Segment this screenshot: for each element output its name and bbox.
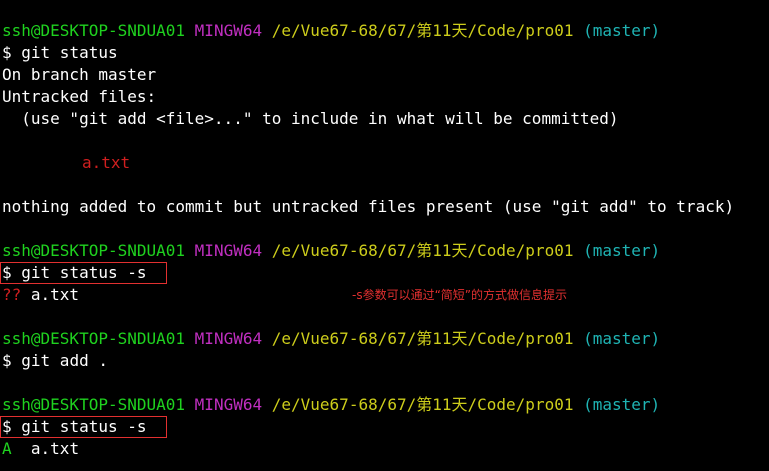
prompt-branch: (master) — [583, 21, 661, 40]
annotation-note: -s参数可以通过“简短”的方式做信息提示 — [352, 288, 568, 302]
prompt-user-host: ssh@DESKTOP-SNDUA01 — [2, 241, 186, 260]
prompt-line: ssh@DESKTOP-SNDUA01 MINGW64 /e/Vue67-68/… — [2, 328, 769, 350]
prompt-user-host: ssh@DESKTOP-SNDUA01 — [2, 395, 186, 414]
prompt-branch: (master) — [583, 329, 661, 348]
prompt-line: ssh@DESKTOP-SNDUA01 MINGW64 /e/Vue67-68/… — [2, 240, 769, 262]
output-line: (use "git add <file>..." to include in w… — [2, 109, 619, 128]
output-line: On branch master — [2, 65, 157, 84]
command-line: $ git add . — [2, 350, 769, 372]
prompt-line: ssh@DESKTOP-SNDUA01 MINGW64 /e/Vue67-68/… — [2, 20, 769, 42]
output-line: a.txt — [2, 152, 769, 174]
prompt-path: /e/Vue67-68/67/第11天/Code/pro01 — [271, 329, 574, 348]
command-text: git status -s — [11, 263, 147, 282]
output-line: nothing added to commit but untracked fi… — [2, 197, 735, 216]
prompt-system: MINGW64 — [194, 329, 263, 348]
command-text: git status -s — [11, 417, 147, 436]
command-line: $ git status -s — [0, 262, 769, 284]
prompt-path: /e/Vue67-68/67/第11天/Code/pro01 — [271, 395, 574, 414]
status-code: ?? — [2, 285, 22, 304]
prompt-system: MINGW64 — [194, 21, 263, 40]
prompt-path: /e/Vue67-68/67/第11天/Code/pro01 — [271, 21, 574, 40]
untracked-file: a.txt — [82, 153, 131, 172]
command-text: git status — [11, 43, 118, 62]
prompt-user-host: ssh@DESKTOP-SNDUA01 — [2, 21, 186, 40]
output-line: ?? a.txt -s参数可以通过“简短”的方式做信息提示 — [2, 284, 769, 306]
prompt-symbol: $ — [2, 351, 12, 370]
prompt-user-host: ssh@DESKTOP-SNDUA01 — [2, 329, 186, 348]
command-text: git add . — [11, 351, 108, 370]
prompt-branch: (master) — [583, 395, 661, 414]
prompt-branch: (master) — [583, 241, 661, 260]
prompt-symbol: $ — [2, 263, 12, 282]
status-code: A — [2, 439, 12, 458]
prompt-system: MINGW64 — [194, 241, 263, 260]
prompt-line: ssh@DESKTOP-SNDUA01 MINGW64 /e/Vue67-68/… — [2, 394, 769, 416]
prompt-symbol: $ — [2, 417, 12, 436]
prompt-system: MINGW64 — [194, 395, 263, 414]
command-line: $ git status -s — [0, 416, 769, 438]
terminal-window[interactable]: ssh@DESKTOP-SNDUA01 MINGW64 /e/Vue67-68/… — [0, 20, 769, 460]
status-file: a.txt — [11, 439, 80, 458]
status-file: a.txt — [21, 285, 80, 304]
output-line: Untracked files: — [2, 87, 157, 106]
prompt-symbol: $ — [2, 43, 12, 62]
output-line: A a.txt — [2, 438, 769, 460]
command-line: $ git status — [2, 42, 769, 64]
prompt-path: /e/Vue67-68/67/第11天/Code/pro01 — [271, 241, 574, 260]
